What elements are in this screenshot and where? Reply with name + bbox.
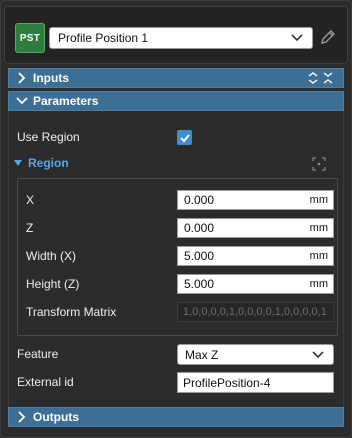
region-group-header[interactable]: Region bbox=[14, 155, 69, 171]
inputs-section-header[interactable]: Inputs bbox=[8, 68, 344, 88]
parameters-section-label: Parameters bbox=[33, 94, 99, 108]
height-value: 5.000 bbox=[184, 277, 215, 291]
transform-matrix-label: Transform Matrix bbox=[26, 305, 117, 319]
region-group-label: Region bbox=[28, 156, 69, 170]
x-field[interactable]: 0.000 mm bbox=[177, 190, 334, 210]
z-value: 0.000 bbox=[184, 221, 215, 235]
width-label: Width (X) bbox=[26, 249, 77, 263]
x-label: X bbox=[26, 193, 35, 207]
feature-dropdown[interactable]: Max Z bbox=[177, 344, 334, 365]
external-id-input[interactable]: ProfilePosition-4 bbox=[177, 372, 334, 393]
z-unit: mm bbox=[309, 222, 328, 234]
checkmark-icon bbox=[179, 133, 190, 142]
parameters-section-header[interactable]: Parameters bbox=[8, 91, 344, 111]
use-region-checkbox[interactable] bbox=[177, 130, 192, 145]
crosshair-icon[interactable] bbox=[311, 156, 327, 172]
z-label: Z bbox=[26, 221, 34, 235]
inputs-section-label: Inputs bbox=[33, 71, 69, 85]
chevron-right-icon bbox=[18, 72, 26, 84]
height-field[interactable]: 5.000 mm bbox=[177, 274, 334, 294]
chevron-right-icon bbox=[18, 411, 26, 423]
expand-collapse-icon[interactable] bbox=[307, 71, 335, 85]
external-id-label: External id bbox=[17, 375, 74, 389]
chevron-down-icon bbox=[16, 97, 28, 105]
width-unit: mm bbox=[309, 250, 328, 262]
chevron-down-icon bbox=[312, 351, 324, 359]
external-id-value: ProfilePosition-4 bbox=[183, 375, 271, 390]
transform-matrix-field: 1,0,0,0,0,1,0,0,0,0,1,0,0,0,0,1 bbox=[177, 302, 334, 322]
feature-value: Max Z bbox=[185, 347, 219, 362]
outputs-section-header[interactable]: Outputs bbox=[8, 407, 344, 427]
width-value: 5.000 bbox=[184, 249, 215, 263]
height-unit: mm bbox=[309, 278, 328, 290]
tool-type-badge: PST bbox=[15, 23, 45, 53]
feature-label: Feature bbox=[17, 347, 59, 361]
z-field[interactable]: 0.000 mm bbox=[177, 218, 334, 238]
tool-selector-area: PST Profile Position 1 bbox=[4, 6, 348, 64]
pencil-icon[interactable] bbox=[318, 27, 338, 47]
x-value: 0.000 bbox=[184, 193, 215, 207]
height-label: Height (Z) bbox=[26, 277, 80, 291]
x-unit: mm bbox=[309, 194, 328, 206]
chevron-down-icon bbox=[291, 34, 303, 42]
tool-name-value: Profile Position 1 bbox=[58, 31, 149, 45]
transform-matrix-value: 1,0,0,0,0,1,0,0,0,0,1,0,0,0,0,1 bbox=[183, 306, 327, 318]
use-region-label: Use Region bbox=[17, 130, 80, 144]
triangle-down-icon bbox=[14, 160, 22, 166]
tool-name-dropdown[interactable]: Profile Position 1 bbox=[49, 27, 313, 49]
width-field[interactable]: 5.000 mm bbox=[177, 246, 334, 266]
outputs-section-label: Outputs bbox=[33, 410, 79, 424]
